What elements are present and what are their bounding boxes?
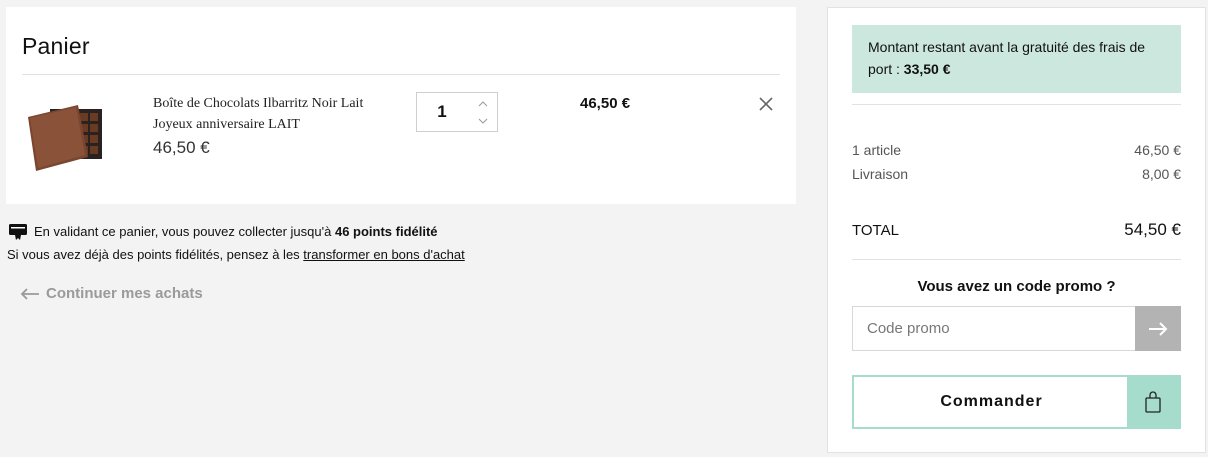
total-value: 54,50 € bbox=[1124, 220, 1181, 239]
product-image[interactable] bbox=[22, 99, 104, 179]
divider bbox=[852, 104, 1181, 105]
quantity-value[interactable]: 1 bbox=[417, 93, 467, 131]
quantity-increase-button[interactable] bbox=[473, 97, 493, 111]
total-row: TOTAL 54,50 € bbox=[852, 220, 1181, 240]
shipping-remaining-amount: 33,50 € bbox=[903, 61, 951, 77]
delivery-row: Livraison 8,00 € bbox=[852, 166, 1181, 182]
delivery-value: 8,00 € bbox=[1142, 166, 1181, 182]
cart-panel: Panier Boîte de Chocolats Ilbarritz Noir… bbox=[6, 7, 796, 204]
delivery-label: Livraison bbox=[852, 166, 909, 182]
promo-title: Vous avez un code promo ? bbox=[917, 278, 1116, 295]
arrow-left-icon bbox=[20, 287, 39, 300]
total-label: TOTAL bbox=[852, 222, 899, 239]
articles-value: 46,50 € bbox=[1134, 142, 1181, 158]
free-shipping-notice: Montant restant avant la gratuité des fr… bbox=[852, 25, 1181, 93]
product-name-line2[interactable]: Joyeux anniversaire LAIT bbox=[153, 114, 393, 135]
product-name-line1[interactable]: Boîte de Chocolats Ilbarritz Noir Lait bbox=[153, 93, 393, 114]
loyalty-text: En validant ce panier, vous pouvez colle… bbox=[34, 223, 438, 239]
apply-promo-button[interactable] bbox=[1135, 306, 1181, 351]
shopping-bag-icon[interactable] bbox=[1127, 377, 1179, 427]
cart-title: Panier bbox=[22, 33, 90, 59]
loyalty-convert-info: Si vous avez déjà des points fidélités, … bbox=[7, 247, 465, 262]
chevron-up-icon bbox=[478, 101, 488, 107]
remove-item-button[interactable] bbox=[757, 95, 775, 113]
quantity-stepper[interactable]: 1 bbox=[416, 92, 498, 132]
promo-code-input[interactable] bbox=[852, 306, 1135, 351]
order-summary: Montant restant avant la gratuité des fr… bbox=[827, 7, 1206, 453]
convert-points-link[interactable]: transformer en bons d'achat bbox=[303, 247, 464, 262]
chevron-down-icon bbox=[478, 118, 488, 124]
articles-row: 1 article 46,50 € bbox=[852, 142, 1181, 158]
order-button[interactable]: Commander bbox=[852, 375, 1181, 429]
close-icon bbox=[759, 97, 773, 111]
divider bbox=[852, 259, 1181, 260]
product-unit-price: 46,50 € bbox=[153, 138, 210, 157]
order-button-label[interactable]: Commander bbox=[854, 377, 1129, 427]
line-total: 46,50 € bbox=[580, 95, 631, 112]
quantity-decrease-button[interactable] bbox=[473, 114, 493, 128]
loyalty-info: En validant ce panier, vous pouvez colle… bbox=[8, 221, 438, 241]
continue-shopping-link[interactable]: Continuer mes achats bbox=[20, 285, 203, 302]
articles-label: 1 article bbox=[852, 142, 902, 158]
divider bbox=[22, 74, 780, 75]
loyalty-points: 46 points fidélité bbox=[334, 223, 438, 239]
product-name[interactable]: Boîte de Chocolats Ilbarritz Noir Lait J… bbox=[153, 93, 393, 135]
loyalty-card-icon bbox=[9, 224, 27, 240]
arrow-right-icon bbox=[1149, 321, 1168, 336]
